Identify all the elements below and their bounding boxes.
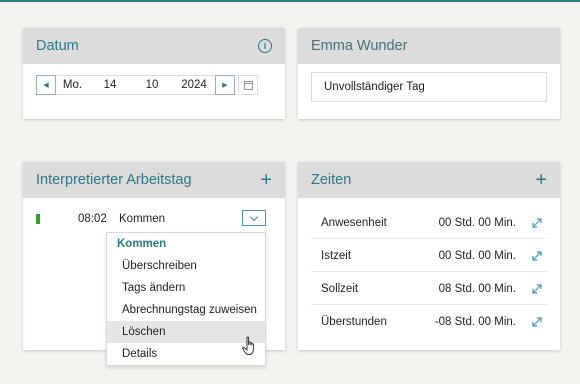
day-status-text: Unvollständiger Tag (324, 81, 425, 93)
time-row-ueberstunden: Überstunden -08 Std. 00 Min. (311, 306, 547, 338)
calendar-button[interactable] (238, 75, 258, 95)
expand-icon[interactable] (530, 249, 544, 263)
booking-entry[interactable]: 08:02 Kommen (36, 208, 266, 230)
day-field[interactable]: 14 (89, 79, 131, 91)
time-value: 00 Std. 00 Min. (438, 216, 516, 229)
time-label: Anwesenheit (321, 216, 387, 229)
add-time-icon[interactable]: + (535, 170, 547, 190)
chevron-down-icon (249, 212, 259, 221)
info-icon[interactable]: i (258, 39, 272, 53)
arbeitstag-card-header: Interpretierter Arbeitstag + (23, 162, 285, 198)
datum-card-header: Datum i (23, 28, 285, 64)
date-field[interactable]: Mo. 14 10 2024 (56, 75, 215, 95)
previous-day-button[interactable]: ◀ (36, 75, 56, 95)
caret-left-icon: ◀ (43, 82, 49, 89)
weekday-field[interactable]: Mo. (56, 79, 89, 91)
time-label: Sollzeit (321, 282, 359, 295)
add-entry-icon[interactable]: + (260, 170, 272, 190)
time-value: 08 Std. 00 Min. (438, 282, 516, 295)
expand-icon[interactable] (530, 216, 544, 230)
time-row-sollzeit: Sollzeit 08 Std. 00 Min. (311, 273, 547, 305)
datum-card: Datum i ◀ Mo. 14 10 2024 ▶ (23, 28, 285, 119)
menu-item-tags-aendern[interactable]: Tags ändern (107, 277, 265, 299)
time-value: 00 Std. 00 Min. (438, 249, 516, 262)
entry-status-indicator (36, 214, 40, 224)
arbeitstag-title: Interpretierter Arbeitstag (36, 172, 192, 188)
time-row-anwesenheit: Anwesenheit 00 Std. 00 Min. (311, 207, 547, 239)
time-value: -08 Std. 00 Min. (434, 316, 516, 328)
zeiten-card: Zeiten + Anwesenheit 00 Std. 00 Min. Ist… (298, 162, 560, 350)
caret-right-icon: ▶ (222, 82, 228, 89)
person-name: Emma Wunder (311, 38, 408, 54)
menu-item-ueberschreiben[interactable]: Überschreiben (107, 255, 265, 277)
menu-item-abrechnungstag-zuweisen[interactable]: Abrechnungstag zuweisen (107, 299, 265, 321)
year-field[interactable]: 2024 (173, 79, 215, 91)
entry-time: 08:02 (78, 213, 107, 225)
zeiten-card-header: Zeiten + (298, 162, 560, 198)
date-picker: ◀ Mo. 14 10 2024 ▶ (36, 74, 258, 96)
zeiten-title: Zeiten (311, 172, 352, 188)
datum-title: Datum (36, 38, 79, 54)
expand-icon[interactable] (530, 282, 544, 296)
expand-icon[interactable] (530, 315, 544, 329)
next-day-button[interactable]: ▶ (215, 75, 235, 95)
entry-label: Kommen (119, 213, 166, 225)
month-field[interactable]: 10 (131, 79, 173, 91)
time-label: Überstunden (321, 316, 387, 328)
time-label: Istzeit (321, 249, 352, 262)
entry-menu-toggle[interactable] (242, 210, 266, 226)
person-card: Emma Wunder Unvollständiger Tag (298, 28, 560, 119)
day-status-box: Unvollständiger Tag (311, 72, 547, 102)
calendar-icon (243, 80, 253, 90)
person-card-header: Emma Wunder (298, 28, 560, 64)
top-accent-line (0, 0, 580, 2)
menu-header: Kommen (117, 238, 167, 250)
time-row-istzeit: Istzeit 00 Std. 00 Min. (311, 240, 547, 272)
hand-pointer-icon (242, 336, 254, 355)
